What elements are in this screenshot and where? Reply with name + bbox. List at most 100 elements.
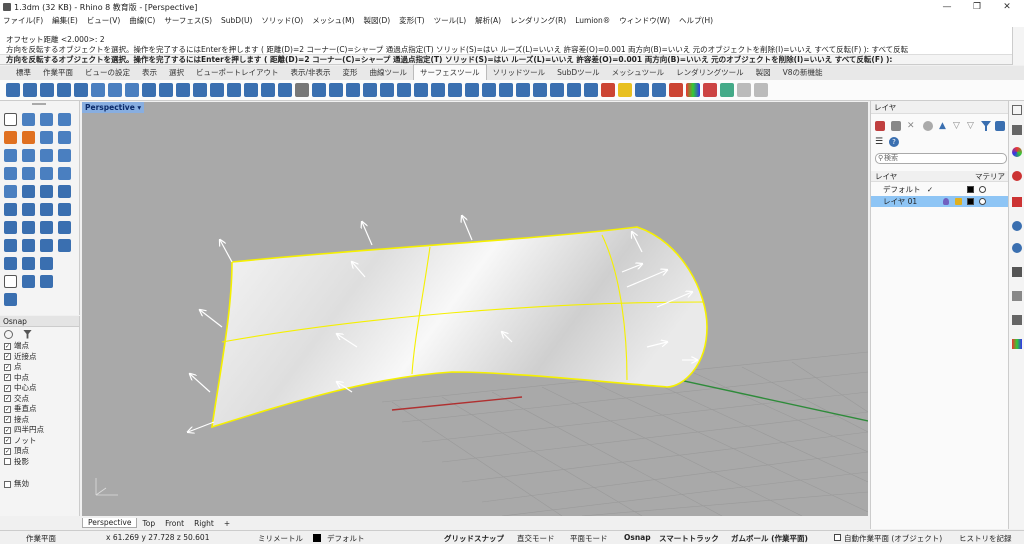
gumball-toggle[interactable]: ガムボール (作業平面) xyxy=(731,533,808,544)
menu-render[interactable]: レンダリング(R) xyxy=(510,15,566,26)
show-edges-icon[interactable] xyxy=(720,83,734,97)
checkbox-empty-icon[interactable] xyxy=(834,534,841,541)
unroll-analysis-icon[interactable] xyxy=(669,83,683,97)
box-icon[interactable] xyxy=(4,185,17,198)
fillet-surface-icon[interactable] xyxy=(6,83,20,97)
tab-set-view[interactable]: ビューの設定 xyxy=(79,65,136,80)
heightfield-icon[interactable] xyxy=(567,83,581,97)
chevron-down-icon[interactable]: ▾ xyxy=(137,103,141,112)
patch-icon[interactable] xyxy=(346,83,360,97)
materials-tab-icon[interactable] xyxy=(1012,171,1022,181)
group-icon[interactable] xyxy=(40,257,53,270)
osnap-item[interactable]: 無効 xyxy=(0,479,79,490)
osnap-item[interactable]: ✓ 交点 xyxy=(0,394,79,405)
maximize-button[interactable]: ❐ xyxy=(962,0,992,14)
mesh-icon[interactable] xyxy=(58,203,71,216)
planar-toggle[interactable]: 平面モード xyxy=(570,533,608,544)
array-icon[interactable] xyxy=(22,239,35,252)
checkbox-empty-icon[interactable] xyxy=(4,458,11,466)
layer-color-swatch[interactable] xyxy=(967,186,974,193)
move-icon[interactable] xyxy=(4,221,17,234)
dimension-icon[interactable] xyxy=(4,275,17,288)
layer-color-swatch[interactable] xyxy=(313,534,321,542)
symmetry-icon[interactable] xyxy=(278,83,292,97)
tab-display[interactable]: 表示 xyxy=(136,65,163,80)
osnap-toggle[interactable]: Osnap xyxy=(624,533,651,542)
display-tab-icon[interactable] xyxy=(1012,291,1022,301)
add-viewport-icon[interactable]: + xyxy=(219,519,235,528)
menu-subd[interactable]: SubD(U) xyxy=(221,16,252,25)
osnap-item[interactable]: ✓ ノット xyxy=(0,436,79,447)
layer-search-input[interactable]: ⚲ 検索 xyxy=(875,153,1007,164)
surface-from-points-icon[interactable] xyxy=(4,167,17,180)
tab-curve-tools[interactable]: 曲線ツール xyxy=(364,65,414,80)
tab-drafting[interactable]: 製図 xyxy=(750,65,777,80)
cylinder-icon[interactable] xyxy=(40,185,53,198)
boolean-intersection-icon[interactable] xyxy=(40,203,53,216)
extend-curve-icon[interactable] xyxy=(58,149,71,162)
filter-icon[interactable] xyxy=(23,329,32,339)
surface-edit-icon[interactable] xyxy=(533,83,547,97)
new-layer-icon[interactable] xyxy=(875,121,885,131)
menu-help[interactable]: ヘルプ(H) xyxy=(679,15,713,26)
make-periodic-icon[interactable] xyxy=(499,83,513,97)
viewport-title[interactable]: Perspective ▾ xyxy=(82,102,145,113)
render-tab-icon[interactable] xyxy=(1012,147,1022,157)
menu-view[interactable]: ビュー(V) xyxy=(87,15,120,26)
tab-viewport-layout[interactable]: ビューポートレイアウト xyxy=(190,65,285,80)
osnap-item[interactable]: ✓ 垂直点 xyxy=(0,404,79,415)
select-icon[interactable] xyxy=(4,113,17,126)
osnap-item[interactable]: ✓ 頂点 xyxy=(0,446,79,457)
tab-new-in-v8[interactable]: V8の新機能 xyxy=(777,65,829,80)
refit-icon[interactable] xyxy=(261,83,275,97)
edge-continuity-icon[interactable] xyxy=(652,83,666,97)
explode-tool-icon[interactable] xyxy=(22,257,35,270)
extend-surface-icon[interactable] xyxy=(125,83,139,97)
rebuild-surface-icon[interactable] xyxy=(193,83,207,97)
chamfer-surface-icon[interactable] xyxy=(40,83,54,97)
block-icon[interactable] xyxy=(4,293,17,306)
draft-angle-icon[interactable] xyxy=(618,83,632,97)
rotate-icon[interactable] xyxy=(40,221,53,234)
menu-curve[interactable]: 曲線(C) xyxy=(129,15,155,26)
make-uniform-icon[interactable] xyxy=(516,83,530,97)
polyline-icon[interactable] xyxy=(40,113,53,126)
offset-surface-icon[interactable] xyxy=(91,83,105,97)
flip-direction-icon[interactable] xyxy=(465,83,479,97)
adjust-seam-icon[interactable] xyxy=(431,83,445,97)
grip-handle[interactable] xyxy=(32,103,46,105)
variable-chamfer-icon[interactable] xyxy=(57,83,71,97)
environment-tab-icon[interactable] xyxy=(1012,197,1022,207)
grid-snap-toggle[interactable]: グリッドスナップ xyxy=(444,533,504,544)
offset-curve-icon[interactable] xyxy=(40,149,53,162)
unroll-icon[interactable] xyxy=(244,83,258,97)
tab-surface-tools[interactable]: サーフェスツール xyxy=(413,64,487,80)
layer-row-01[interactable]: レイヤ 01 xyxy=(871,196,1009,207)
osnap-item[interactable]: ✓ 中点 xyxy=(0,373,79,384)
tab-subd-tools[interactable]: SubDツール xyxy=(551,65,606,80)
text-icon[interactable] xyxy=(22,275,35,288)
checkbox-checked-icon[interactable]: ✓ xyxy=(4,437,11,445)
boolean-union-icon[interactable] xyxy=(4,203,17,216)
explode-icon[interactable] xyxy=(754,83,768,97)
delete-icon[interactable]: ✕ xyxy=(907,121,917,131)
curvature-icon[interactable] xyxy=(584,83,598,97)
sun-tab-icon[interactable] xyxy=(1012,243,1022,253)
control-points-icon[interactable] xyxy=(363,83,377,97)
tab-mesh-tools[interactable]: メッシュツール xyxy=(606,65,671,80)
analysis-tab-icon[interactable] xyxy=(1012,339,1022,349)
drape-icon[interactable] xyxy=(550,83,564,97)
menu-lumion[interactable]: Lumion® xyxy=(575,16,610,25)
tab-perspective[interactable]: Perspective xyxy=(82,518,138,528)
boolean-difference-icon[interactable] xyxy=(22,203,35,216)
menu-drafting[interactable]: 製図(D) xyxy=(364,15,391,26)
split-surface-icon[interactable] xyxy=(227,83,241,97)
blend-surface-icon[interactable] xyxy=(74,83,88,97)
untrim-icon[interactable] xyxy=(448,83,462,97)
osnap-item[interactable]: ✓ 接点 xyxy=(0,415,79,426)
merge-surface-icon[interactable] xyxy=(176,83,190,97)
menu-analyze[interactable]: 解析(A) xyxy=(475,15,501,26)
menu-icon[interactable]: ☰ xyxy=(875,137,883,147)
checkbox-checked-icon[interactable]: ✓ xyxy=(4,374,11,382)
menu-transform[interactable]: 変形(T) xyxy=(399,15,424,26)
